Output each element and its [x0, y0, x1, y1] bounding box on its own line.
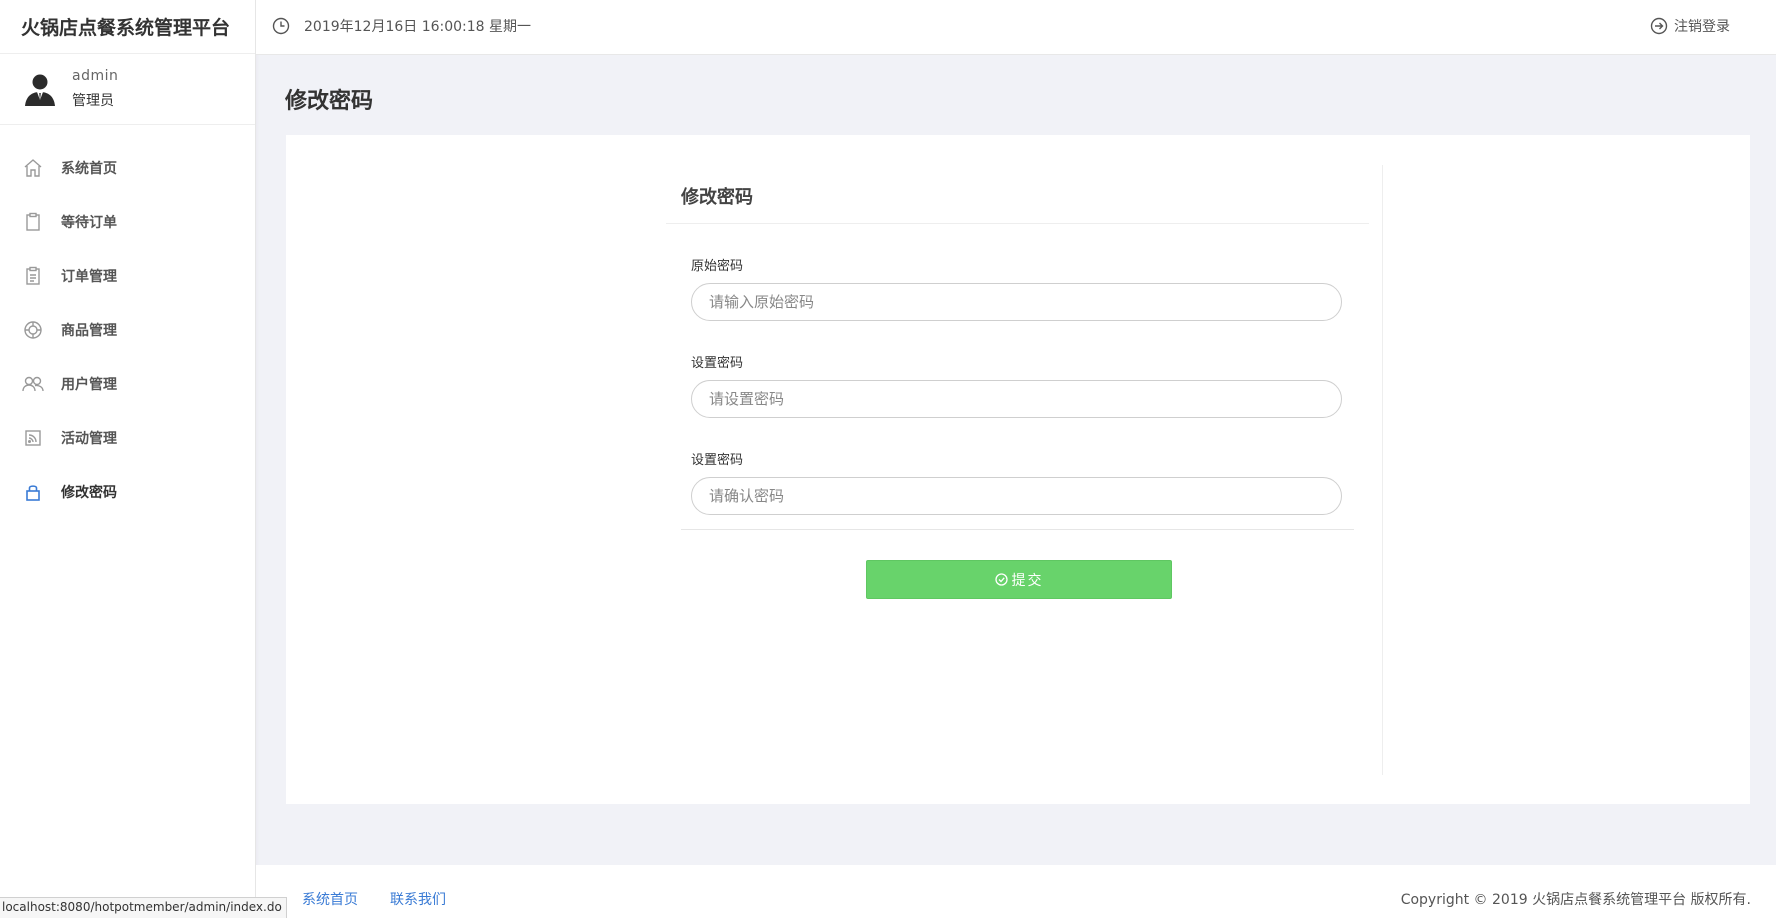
sidebar-nav: 系统首页 等待订单 订单管理 商品管理 用户管理 活动管理 修改密码 [0, 125, 255, 519]
footer: 系统首页 联系我们 Copyright © 2019 火锅店点餐系统管理平台 版… [256, 865, 1776, 918]
status-bar-url: localhost:8080/hotpotmember/admin/index.… [0, 897, 287, 918]
divider [666, 223, 1369, 224]
clipboard-icon [22, 211, 44, 233]
sidebar-item-label: 系统首页 [61, 161, 117, 177]
content-panel: 修改密码 原始密码 设置密码 设置密码 提交 [286, 135, 1750, 804]
footer-links: 系统首页 联系我们 [302, 889, 446, 909]
submit-button[interactable]: 提交 [866, 560, 1172, 599]
sidebar-item-label: 商品管理 [61, 323, 117, 339]
form-title: 修改密码 [681, 187, 753, 208]
sidebar-item-order-management[interactable]: 订单管理 [0, 249, 255, 303]
confirm-password-input[interactable] [691, 477, 1342, 515]
logout-icon [1650, 17, 1668, 35]
avatar [21, 70, 59, 108]
user-name: admin [72, 68, 119, 84]
logout-label: 注销登录 [1674, 19, 1730, 35]
confirm-password-label: 设置密码 [691, 453, 744, 468]
clipboard-list-icon [22, 265, 44, 287]
original-password-input[interactable] [691, 283, 1342, 321]
sidebar-item-product-management[interactable]: 商品管理 [0, 303, 255, 357]
sidebar: 火锅店点餐系统管理平台 admin 管理员 系统首页 等待订单 订单管理 商品管… [0, 0, 256, 918]
sidebar-item-user-management[interactable]: 用户管理 [0, 357, 255, 411]
sidebar-item-home[interactable]: 系统首页 [0, 141, 255, 195]
users-icon [22, 373, 44, 395]
datetime-display: 2019年12月16日 16:00:18 星期一 [272, 16, 531, 36]
sidebar-item-label: 用户管理 [61, 377, 117, 393]
rss-icon [22, 427, 44, 449]
sidebar-item-activity-management[interactable]: 活动管理 [0, 411, 255, 465]
sidebar-item-waiting-orders[interactable]: 等待订单 [0, 195, 255, 249]
sidebar-item-label: 等待订单 [61, 215, 117, 231]
original-password-label: 原始密码 [691, 259, 744, 274]
user-role: 管理员 [72, 93, 114, 109]
new-password-input[interactable] [691, 380, 1342, 418]
clock-icon [272, 17, 290, 35]
submit-label: 提交 [1011, 572, 1044, 589]
change-password-form: 修改密码 原始密码 设置密码 设置密码 提交 [666, 165, 1383, 775]
datetime-text: 2019年12月16日 16:00:18 星期一 [304, 19, 532, 35]
lock-icon [22, 481, 44, 503]
product-icon [22, 319, 44, 341]
page-title: 修改密码 [285, 89, 374, 114]
sidebar-item-label: 活动管理 [61, 431, 117, 447]
sidebar-item-label: 订单管理 [61, 269, 117, 285]
home-icon [22, 157, 44, 179]
sidebar-item-label: 修改密码 [61, 485, 117, 501]
divider [681, 529, 1354, 530]
new-password-label: 设置密码 [691, 356, 744, 371]
top-header: 2019年12月16日 16:00:18 星期一 注销登录 [256, 0, 1776, 55]
sidebar-item-change-password[interactable]: 修改密码 [0, 465, 255, 519]
copyright-text: Copyright © 2019 火锅店点餐系统管理平台 版权所有. [1400, 892, 1751, 908]
footer-link-contact[interactable]: 联系我们 [390, 889, 446, 909]
check-circle-icon [994, 573, 1008, 586]
user-panel: admin 管理员 [0, 54, 255, 125]
app-title: 火锅店点餐系统管理平台 [0, 0, 255, 54]
logout-button[interactable]: 注销登录 [1650, 16, 1730, 36]
footer-link-home[interactable]: 系统首页 [302, 889, 358, 909]
